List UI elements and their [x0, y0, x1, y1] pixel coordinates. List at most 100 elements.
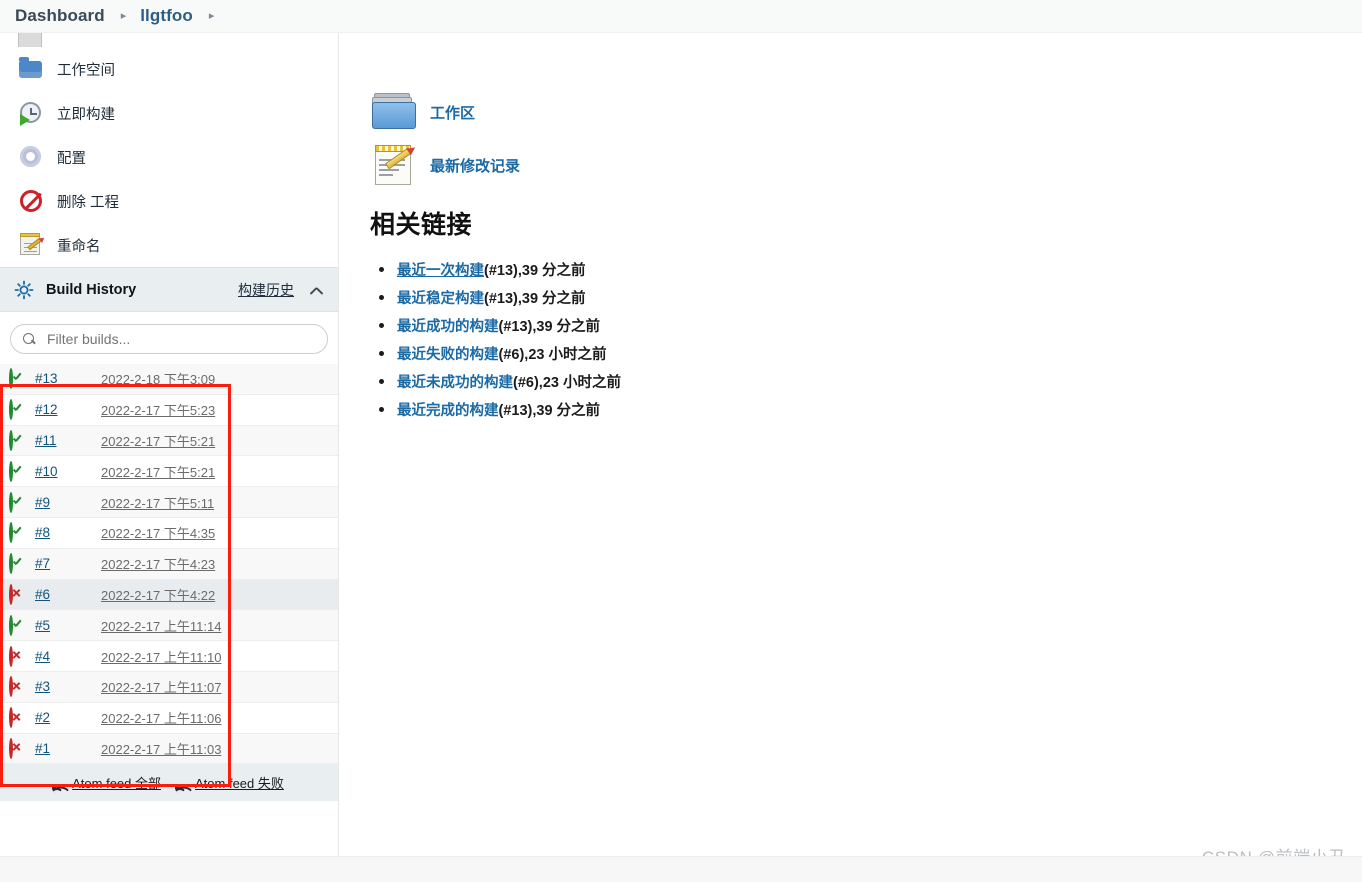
build-row[interactable]: #9 2022-2-17 下午5:11 [0, 487, 338, 518]
sidebar-item-label: 重命名 [57, 238, 101, 255]
build-row[interactable]: #7 2022-2-17 下午4:23 [0, 548, 338, 580]
related-link-item[interactable]: 最近成功的构建(#13),39 分之前 [370, 315, 621, 336]
build-date-link[interactable]: 2022-2-17 上午11:06 [101, 708, 221, 727]
build-filter-area [0, 312, 338, 364]
build-row[interactable]: #2 2022-2-17 上午11:06 [0, 702, 338, 734]
related-links-list: 最近一次构建(#13),39 分之前 最近稳定构建(#13),39 分之前 最近成功… [370, 259, 621, 420]
build-success-icon [9, 399, 26, 421]
sidebar-item-label: 立即构建 [57, 106, 115, 123]
build-date-link[interactable]: 2022-2-17 下午4:22 [101, 585, 215, 604]
build-date-link[interactable]: 2022-2-17 下午5:21 [101, 431, 215, 450]
related-link-anchor[interactable]: 最近未成功的构建 [397, 375, 513, 391]
related-link-anchor[interactable]: 最近失败的构建 [397, 347, 499, 363]
build-date-link[interactable]: 2022-2-17 上午11:07 [101, 677, 221, 696]
build-failure-icon [9, 583, 26, 605]
atom-feed-footer: Atom feed 全部 Atom feed 失败 [0, 764, 338, 802]
build-date-link[interactable]: 2022-2-17 上午11:14 [101, 616, 221, 635]
sidebar-tail [0, 801, 338, 862]
build-success-icon [9, 368, 26, 390]
build-date-link[interactable]: 2022-2-17 下午5:23 [101, 400, 215, 419]
delete-project-icon [18, 188, 44, 214]
related-link-item[interactable]: 最近失败的构建(#6),23 小时之前 [370, 343, 621, 364]
related-link-anchor[interactable]: 最近成功的构建 [397, 319, 499, 335]
build-number-link[interactable]: #6 [35, 587, 101, 602]
workspace-action-label: 工作区 [430, 104, 476, 122]
build-row[interactable]: #6 2022-2-17 下午4:22 [0, 579, 338, 611]
build-number-link[interactable]: #7 [35, 556, 101, 571]
bottom-strip [0, 856, 1362, 882]
build-row[interactable]: #1 2022-2-17 上午11:03 [0, 733, 338, 765]
recent-changes-action-link[interactable]: 最新修改记录 [372, 143, 520, 187]
related-link-item[interactable]: 最近稳定构建(#13),39 分之前 [370, 287, 621, 308]
breadcrumb-separator-1: ▸ [120, 9, 127, 22]
build-date-link[interactable]: 2022-2-17 下午5:11 [101, 493, 214, 512]
build-number-link[interactable]: #9 [35, 495, 101, 510]
sidebar-item-label: 配置 [57, 150, 86, 167]
build-filter-box[interactable] [10, 324, 328, 354]
folder-grey-icon [18, 33, 44, 47]
build-number-link[interactable]: #13 [35, 371, 101, 386]
breadcrumb-project[interactable]: llgtfoo [140, 6, 193, 26]
related-links-title: 相关链接 [370, 211, 473, 239]
build-history-zh-link[interactable]: 构建历史 [238, 280, 294, 300]
search-input[interactable] [45, 330, 315, 348]
jenkins-job-page: Dashboard ▸ llgtfoo ▸ 工作空间 立即构建 配置 删除 工程… [0, 0, 1362, 882]
build-number-link[interactable]: #3 [35, 679, 101, 694]
chevron-up-icon[interactable] [310, 283, 324, 297]
changes-note-icon [372, 143, 418, 187]
main-content: 工作区 最新修改记录 相关链接 最近一次构建(#13),39 分之前 最近稳定构建… [340, 33, 1362, 882]
sidebar-item-delete-project[interactable]: 删除 工程 [0, 179, 338, 223]
build-row[interactable]: #10 2022-2-17 下午5:21 [0, 456, 338, 488]
build-number-link[interactable]: #8 [35, 525, 101, 540]
build-date-link[interactable]: 2022-2-17 下午4:23 [101, 554, 215, 573]
related-link-item[interactable]: 最近完成的构建(#13),39 分之前 [370, 399, 621, 420]
build-number-link[interactable]: #4 [35, 649, 101, 664]
recent-changes-action-label: 最新修改记录 [430, 157, 521, 175]
related-link-anchor[interactable]: 最近一次构建 [397, 263, 484, 279]
build-success-icon [9, 553, 26, 575]
atom-feed-all-link[interactable]: Atom feed 全部 [52, 773, 161, 799]
breadcrumb-dashboard[interactable]: Dashboard [15, 6, 105, 26]
related-link-suffix: (#13),39 分之前 [498, 319, 601, 335]
related-link-item[interactable]: 最近一次构建(#13),39 分之前 [370, 259, 621, 280]
workspace-action-link[interactable]: 工作区 [372, 93, 475, 131]
build-success-icon [9, 614, 26, 636]
sidebar-item-rename[interactable]: 重命名 [0, 223, 338, 267]
atom-feed-failures-link[interactable]: Atom feed 失败 [175, 773, 284, 799]
build-row[interactable]: #8 2022-2-17 下午4:35 [0, 517, 338, 549]
build-number-link[interactable]: #10 [35, 464, 101, 479]
build-row[interactable]: #13 2022-2-18 下午3:09 [0, 364, 338, 395]
sidebar-item-workspace[interactable]: 工作空间 [0, 47, 338, 91]
related-link-item[interactable]: 最近未成功的构建(#6),23 小时之前 [370, 371, 621, 392]
build-failure-icon [9, 676, 26, 698]
build-success-icon [9, 429, 26, 451]
build-number-link[interactable]: #5 [35, 618, 101, 633]
build-history-header: Build History 构建历史 [0, 267, 338, 312]
atom-feed-all-label: Atom feed 全部 [72, 776, 161, 792]
build-list: #13 2022-2-18 下午3:09 #12 2022-2-17 下午5:23 #1… [0, 364, 338, 765]
build-number-link[interactable]: #2 [35, 710, 101, 725]
related-link-anchor[interactable]: 最近完成的构建 [397, 403, 499, 419]
build-date-link[interactable]: 2022-2-17 上午11:03 [101, 739, 221, 758]
sidebar-item-build-now[interactable]: 立即构建 [0, 91, 338, 135]
build-number-link[interactable]: #12 [35, 402, 101, 417]
sidebar-item-clipped[interactable] [0, 33, 338, 47]
build-date-link[interactable]: 2022-2-18 下午3:09 [101, 369, 215, 388]
build-number-link[interactable]: #11 [35, 433, 101, 448]
build-row[interactable]: #12 2022-2-17 下午5:23 [0, 394, 338, 426]
build-number-link[interactable]: #1 [35, 741, 101, 756]
build-date-link[interactable]: 2022-2-17 下午4:35 [101, 523, 215, 542]
build-date-link[interactable]: 2022-2-17 下午5:21 [101, 462, 215, 481]
build-row[interactable]: #4 2022-2-17 上午11:10 [0, 641, 338, 672]
build-row[interactable]: #3 2022-2-17 上午11:07 [0, 671, 338, 703]
breadcrumb: Dashboard ▸ llgtfoo ▸ [0, 0, 1362, 33]
breadcrumb-separator-2[interactable]: ▸ [209, 10, 215, 22]
build-date-link[interactable]: 2022-2-17 上午11:10 [101, 647, 221, 666]
sidebar-item-configure[interactable]: 配置 [0, 135, 338, 179]
build-row[interactable]: #11 2022-2-17 下午5:21 [0, 425, 338, 457]
related-link-anchor[interactable]: 最近稳定构建 [397, 291, 484, 307]
build-row[interactable]: #5 2022-2-17 上午11:14 [0, 610, 338, 642]
search-icon [23, 332, 36, 346]
build-failure-icon [9, 707, 26, 729]
build-success-icon [9, 491, 26, 513]
